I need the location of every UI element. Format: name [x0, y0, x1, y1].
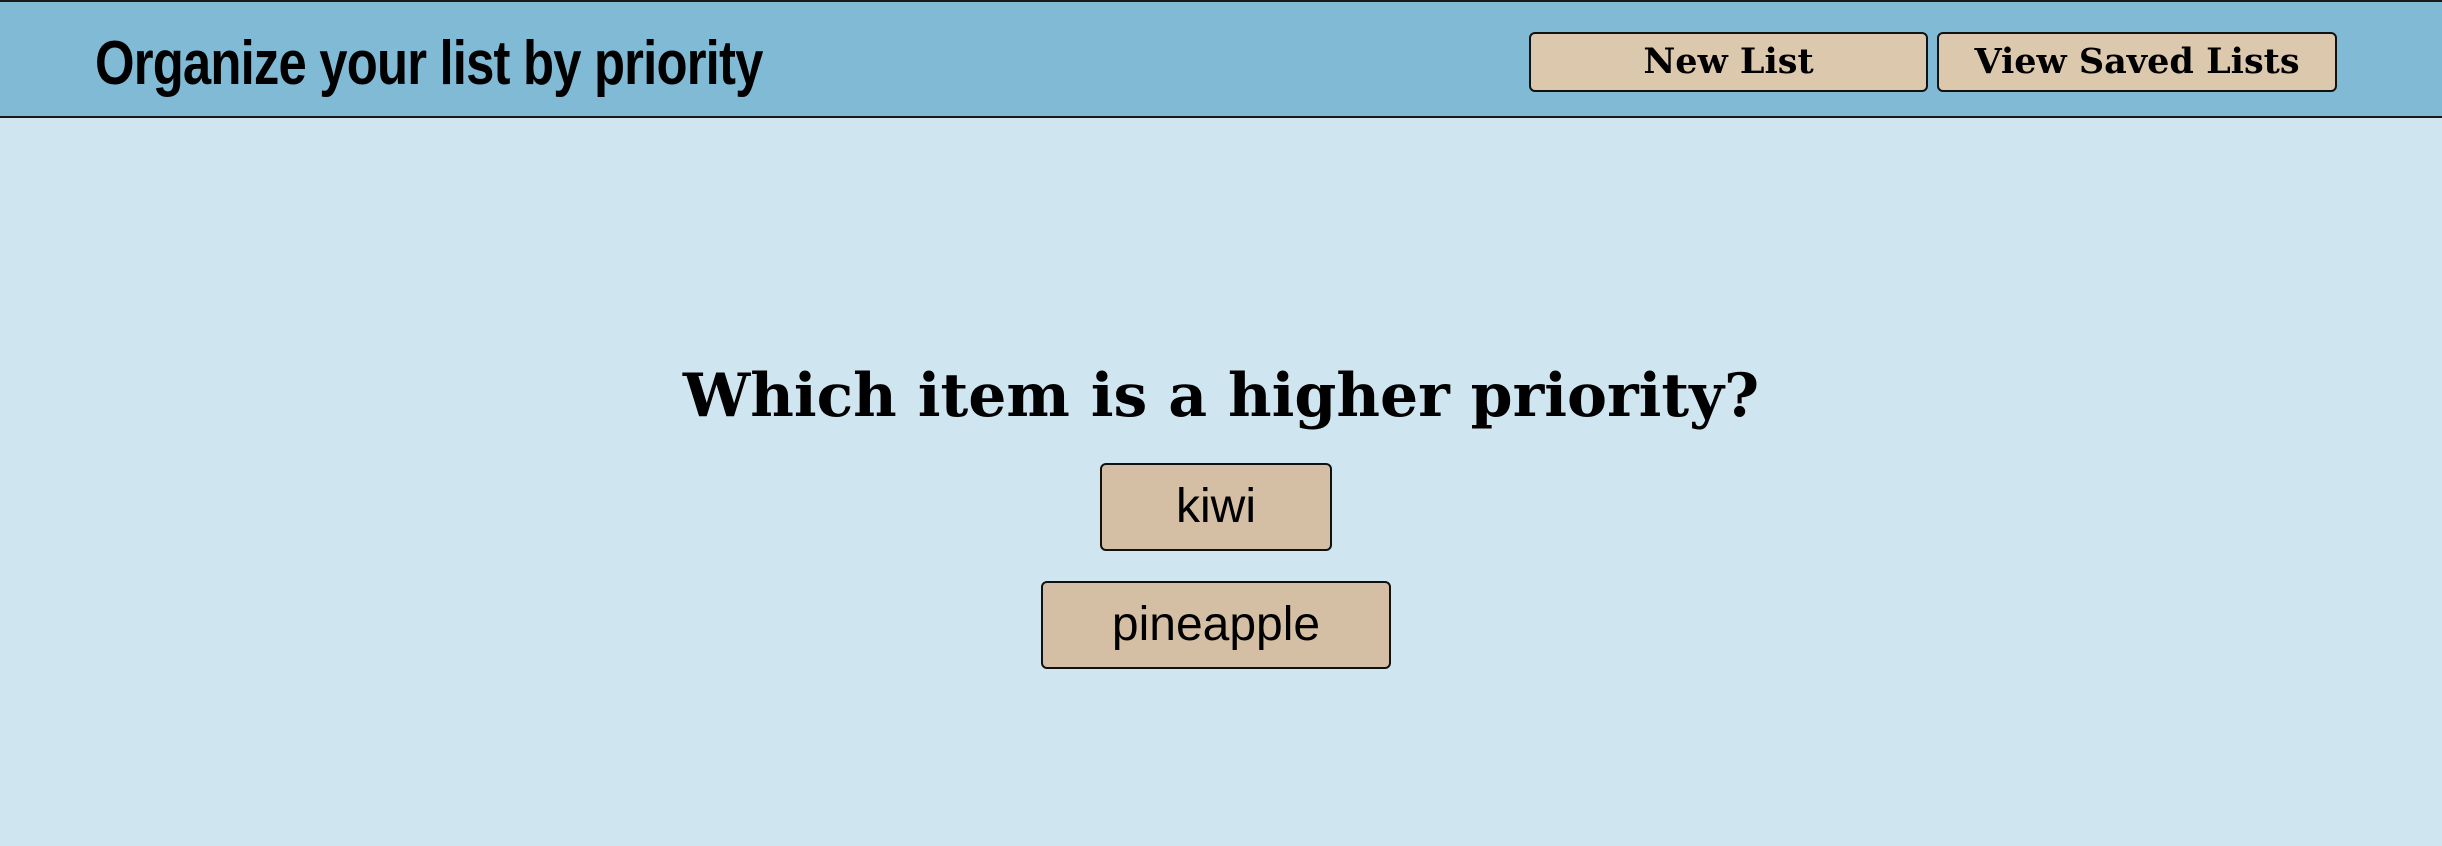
app-title: Organize your list by priority	[95, 29, 763, 98]
priority-question: Which item is a higher priority?	[682, 361, 1760, 431]
choice-button-second[interactable]: pineapple	[1041, 581, 1391, 669]
view-saved-lists-button[interactable]: View Saved Lists	[1937, 32, 2337, 92]
choice-button-first[interactable]: kiwi	[1100, 463, 1332, 551]
top-bar: Organize your list by priority New List …	[0, 0, 2442, 118]
new-list-button[interactable]: New List	[1529, 32, 1928, 92]
